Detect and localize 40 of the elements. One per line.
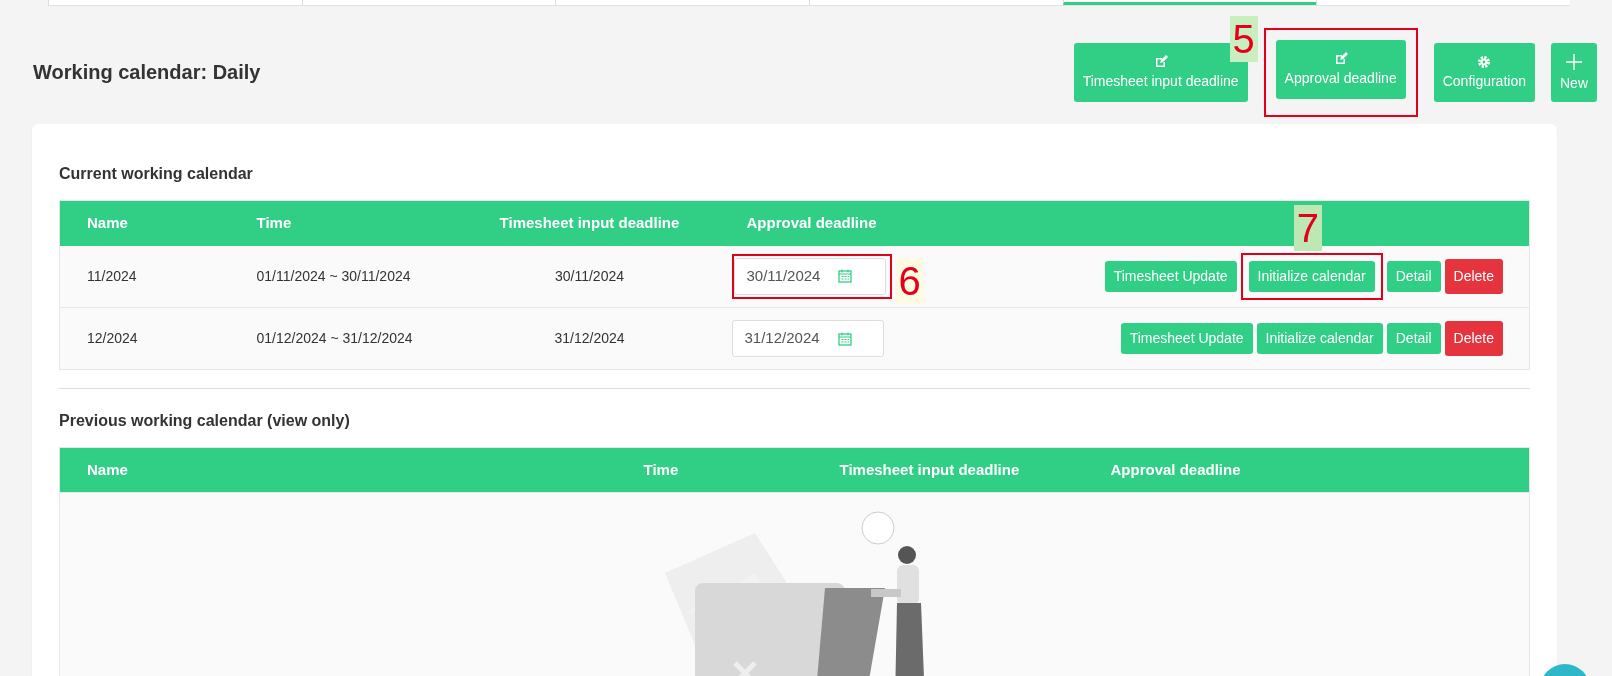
tab[interactable] [1062, 0, 1317, 5]
table-cell: 01/12/2024 ~ 31/12/2024 [229, 307, 460, 370]
date-field[interactable]: 30/11/2024 [733, 258, 886, 295]
page-title: Working calendar: Daily [33, 60, 261, 84]
action-button[interactable]: Detail [1386, 323, 1441, 354]
column-header: Timesheet input deadline [812, 447, 1084, 493]
column-header: Name [59, 200, 230, 246]
column-header: Time [229, 200, 460, 246]
toolbar-button[interactable]: Approval deadline [1275, 39, 1406, 99]
column-header: Time [643, 447, 813, 493]
delete-button[interactable]: Delete [1444, 321, 1503, 356]
toolbar-button[interactable]: Configuration [1433, 42, 1535, 102]
table-cell: 11/2024 [59, 245, 230, 308]
delete-button[interactable]: Delete [1444, 258, 1503, 294]
table-cell: 30/11/2024 [459, 245, 720, 308]
toolbar-button[interactable]: New [1551, 42, 1597, 102]
column-header: Timesheet input deadline [459, 200, 720, 246]
table-cell: 12/2024 [59, 307, 230, 370]
plus-icon [1565, 52, 1583, 71]
date-field[interactable]: 31/12/2024 [731, 320, 884, 357]
calendar-icon [838, 269, 853, 284]
column-header: Approval deadline [1083, 447, 1530, 493]
table-cell: 01/11/2024 ~ 30/11/2024 [229, 245, 460, 308]
action-button[interactable]: Timesheet Update [1120, 323, 1253, 354]
callout-number: 7 [1293, 204, 1322, 251]
action-button[interactable]: Initialize calendar [1256, 323, 1383, 354]
calendar-icon [837, 331, 852, 346]
callout-number: 5 [1229, 15, 1258, 62]
section-title: Previous working calendar (view only) [59, 411, 351, 431]
gear-icon [1477, 54, 1492, 69]
action-button[interactable]: Detail [1386, 260, 1441, 292]
action-button[interactable]: Initialize calendar [1248, 260, 1375, 292]
section-title: Current working calendar [59, 164, 254, 184]
table-cell: 31/12/2024 [459, 307, 720, 370]
action-button[interactable]: Timesheet Update [1104, 260, 1237, 292]
edit-icon [1153, 54, 1168, 69]
column-header: Approval deadline [719, 200, 925, 246]
callout-number: 6 [895, 258, 924, 304]
column-header: Name [59, 447, 644, 493]
edit-icon [1333, 51, 1348, 66]
